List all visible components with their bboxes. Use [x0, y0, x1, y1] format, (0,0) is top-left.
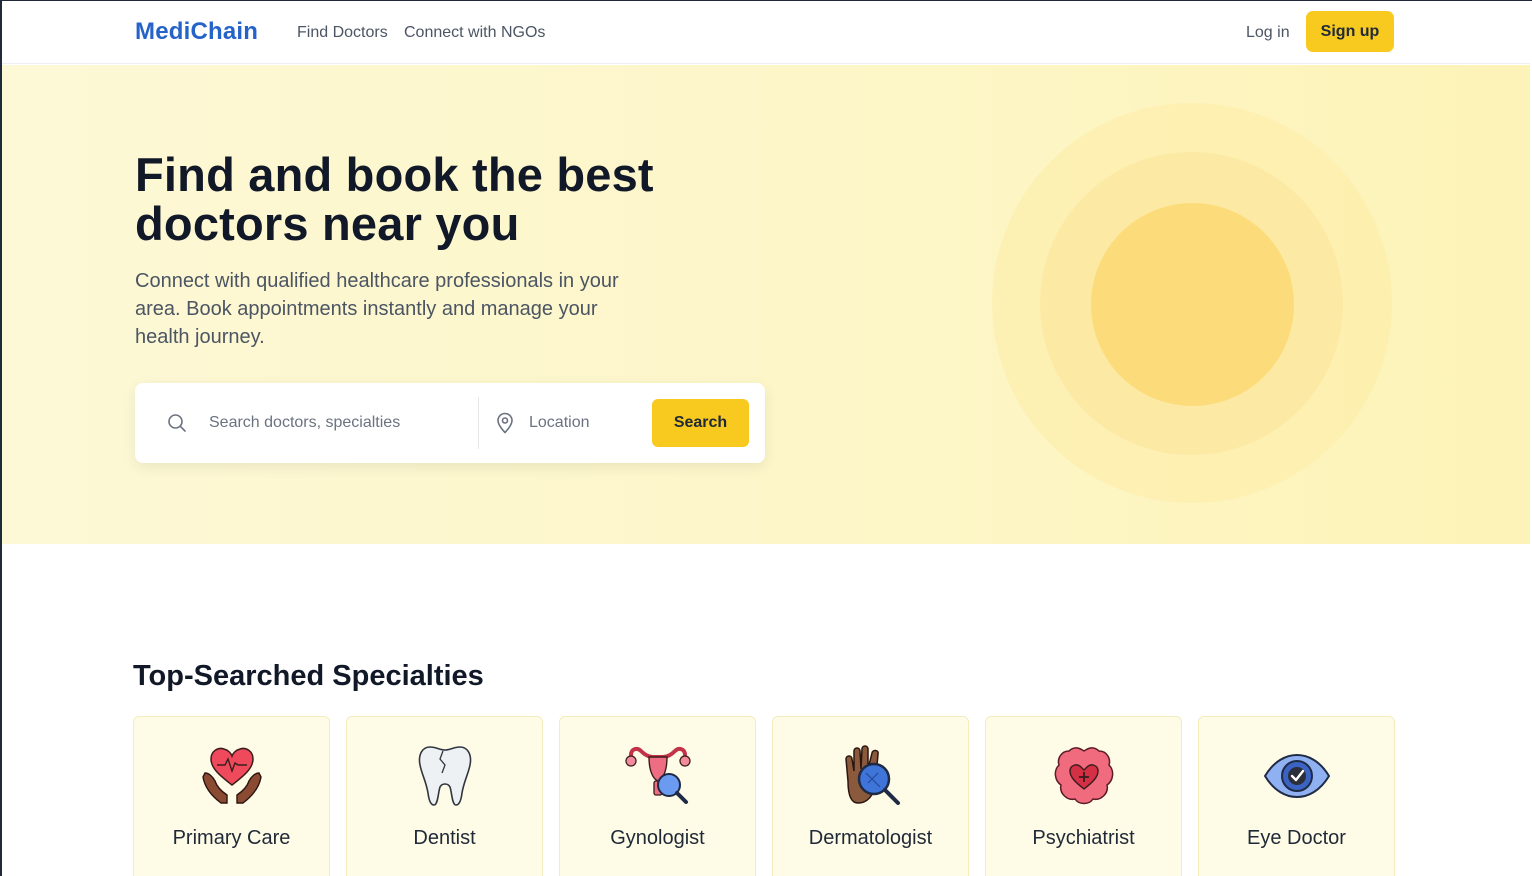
- location-input[interactable]: [519, 403, 649, 443]
- specialty-card-psychiatrist[interactable]: Psychiatrist: [985, 716, 1182, 876]
- specialty-card-eye-doctor[interactable]: Eye Doctor: [1198, 716, 1395, 876]
- login-link[interactable]: Log in: [1246, 24, 1290, 42]
- hand-magnifier-icon: [836, 741, 906, 811]
- specialty-label: Gynologist: [610, 827, 705, 849]
- hero-section: Find and book the best doctors near you …: [2, 65, 1530, 544]
- heart-hands-icon: [197, 741, 267, 811]
- nav-link-find-doctors[interactable]: Find Doctors: [297, 24, 388, 42]
- hero-subtitle: Connect with qualified healthcare profes…: [135, 270, 619, 348]
- specialty-card-gynologist[interactable]: Gynologist: [559, 716, 756, 876]
- top-navbar: MediChain Find Doctors Connect with NGOs…: [2, 1, 1530, 64]
- specialties-title: Top-Searched Specialties: [133, 660, 484, 692]
- brain-heart-icon: [1049, 741, 1119, 811]
- specialty-card-dentist[interactable]: Dentist: [346, 716, 543, 876]
- specialty-label: Dentist: [413, 827, 476, 849]
- hero-title: Find and book the best doctors near you: [135, 148, 654, 250]
- uterus-magnifier-icon: [623, 741, 693, 811]
- search-divider: [478, 397, 479, 449]
- signup-button[interactable]: Sign up: [1306, 11, 1394, 52]
- tooth-icon: [410, 741, 480, 811]
- specialty-card-dermatologist[interactable]: Dermatologist: [772, 716, 969, 876]
- search-icon: [167, 413, 187, 433]
- eye-check-icon: [1262, 741, 1332, 811]
- search-input[interactable]: [197, 403, 467, 443]
- specialty-label: Primary Care: [172, 827, 291, 849]
- specialty-label: Eye Doctor: [1247, 827, 1346, 849]
- brand-logo[interactable]: MediChain: [135, 18, 258, 46]
- hero-decoration-inner-circle: [1091, 203, 1294, 406]
- specialties-list: Primary Care Dentist Gynologist Dermatol…: [133, 716, 1395, 876]
- map-pin-icon: [495, 412, 515, 434]
- search-button[interactable]: Search: [652, 399, 749, 447]
- specialty-card-primary-care[interactable]: Primary Care: [133, 716, 330, 876]
- specialty-label: Psychiatrist: [1032, 827, 1135, 849]
- specialty-label: Dermatologist: [808, 827, 933, 849]
- search-bar: Search: [135, 383, 765, 463]
- nav-link-connect-ngos[interactable]: Connect with NGOs: [404, 24, 545, 42]
